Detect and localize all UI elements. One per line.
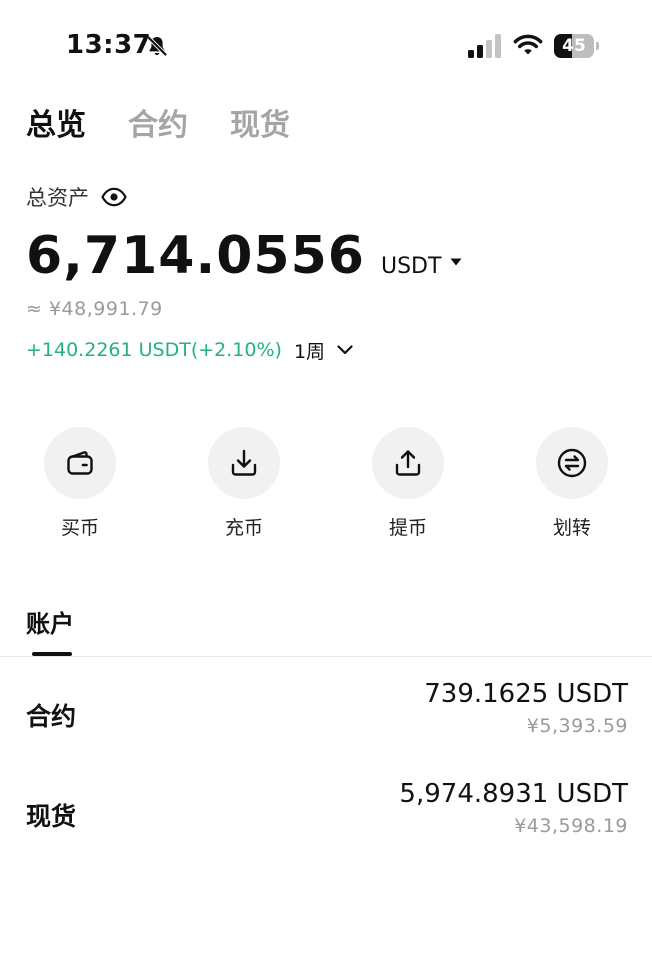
transfer-icon [557, 448, 587, 478]
total-assets-value: 6,714.0556 [26, 226, 365, 286]
battery-percent: 45 [562, 36, 586, 56]
tab-spot[interactable]: 现货 [230, 104, 290, 148]
top-tabs: 总览 合约 现货 [26, 104, 290, 148]
account-name: 现货 [26, 802, 77, 831]
caret-down-icon[interactable] [450, 258, 462, 266]
status-bar: 13:37 45 [0, 0, 652, 92]
transfer-button[interactable]: 划转 [517, 427, 627, 543]
withdraw-label: 提币 [388, 517, 427, 539]
wifi-icon [513, 34, 543, 55]
deposit-label: 充币 [224, 517, 263, 539]
account-row-spot[interactable]: 现货 5,974.8931 USDT ¥43,598.19 [0, 777, 652, 851]
cny-equivalent: ≈ ¥48,991.79 [26, 298, 163, 320]
withdraw-button[interactable]: 提币 [353, 427, 463, 543]
tab-futures[interactable]: 合约 [128, 104, 188, 148]
buy-crypto-button[interactable]: 买币 [25, 427, 135, 543]
total-assets-header: 总资产 [26, 182, 127, 212]
account-cny-value: ¥43,598.19 [514, 815, 628, 837]
eye-icon[interactable] [101, 187, 127, 207]
withdraw-icon [395, 450, 421, 476]
battery-indicator: 45 [554, 34, 599, 58]
accounts-tab[interactable]: 账户 [26, 604, 74, 639]
account-cny-value: ¥5,393.59 [526, 715, 628, 737]
tab-overview[interactable]: 总览 [26, 104, 86, 148]
account-amount: 739.1625 USDT [424, 679, 628, 709]
status-time: 13:37 [66, 30, 152, 60]
currency-unit-selector[interactable]: USDT [381, 254, 441, 279]
chevron-down-icon[interactable] [337, 345, 353, 355]
cellular-signal-icon [468, 34, 501, 58]
total-assets-label: 总资产 [26, 186, 89, 210]
pnl-period-selector[interactable]: 1周 [294, 337, 325, 364]
deposit-icon [231, 449, 257, 476]
pnl-row: +140.2261 USDT(+2.10%) 1周 [26, 336, 353, 364]
section-divider [0, 656, 652, 657]
account-row-futures[interactable]: 合约 739.1625 USDT ¥5,393.59 [0, 677, 652, 751]
bell-muted-icon [147, 36, 167, 56]
account-amount: 5,974.8931 USDT [399, 779, 628, 809]
account-name: 合约 [26, 702, 77, 731]
pnl-value: +140.2261 USDT(+2.10%) [26, 339, 282, 361]
total-assets-row: 6,714.0556 USDT [26, 226, 462, 292]
deposit-button[interactable]: 充币 [189, 427, 299, 543]
wallet-icon [67, 451, 93, 475]
buy-crypto-label: 买币 [60, 517, 99, 539]
transfer-label: 划转 [552, 517, 591, 539]
